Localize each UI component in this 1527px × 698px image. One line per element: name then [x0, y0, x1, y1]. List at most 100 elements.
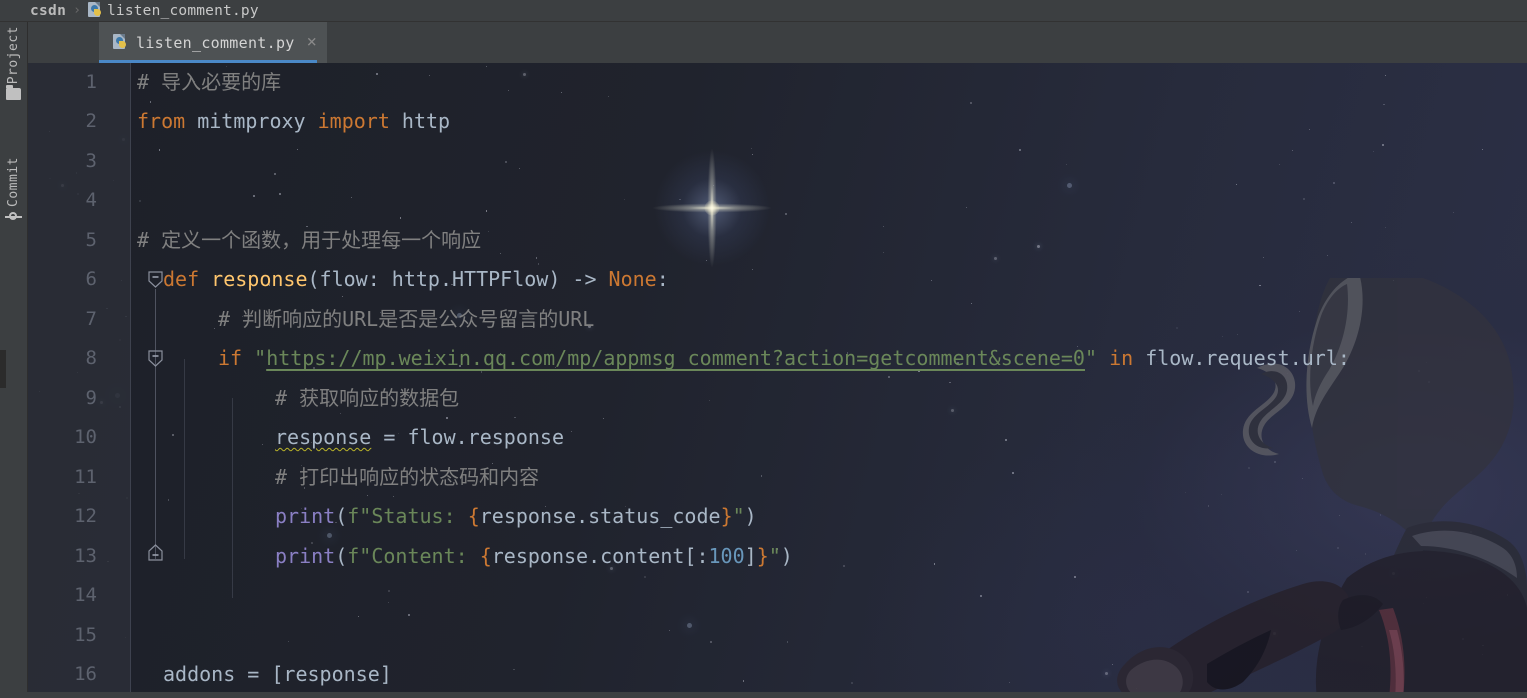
sidebar-item-project-label: Project [6, 26, 21, 85]
line-number: 3 [85, 150, 97, 172]
code-token-builtin-print: print [275, 504, 336, 528]
code-token-none: None [608, 267, 657, 291]
code-token-keyword-import: import [317, 109, 390, 133]
sidebar-item-commit[interactable]: Commit [0, 157, 27, 227]
code-token-builtin-print: print [275, 544, 336, 568]
code-token-assignment: = flow.response [371, 425, 564, 449]
code-token-quote-close: " [1084, 346, 1098, 370]
code-token-number-100: 100 [708, 544, 745, 568]
line-number: 5 [85, 229, 97, 251]
code-token-colon: : [656, 267, 669, 291]
code-line: 11 # 打印出响应的状态码和内容 [27, 458, 1527, 497]
code-token-variable-response: response [275, 425, 372, 449]
tab-label: listen_comment.py [136, 33, 295, 52]
code-line: 15 [27, 616, 1527, 655]
code-token-comment: # 打印出响应的状态码和内容 [275, 465, 540, 489]
breadcrumb-file[interactable]: listen_comment.py [107, 3, 259, 19]
line-number: 12 [74, 505, 97, 527]
code-token-comment: # 获取响应的数据包 [275, 386, 460, 410]
code-token-fstring-content: f"Content: [347, 544, 480, 568]
fold-marker-line-13-end[interactable] [148, 544, 163, 561]
code-token-brace-close: } [720, 504, 733, 528]
folder-icon [6, 85, 21, 101]
breadcrumb-project[interactable]: csdn [30, 3, 66, 19]
code-line: 7 # 判断响应的URL是否是公众号留言的URL [27, 300, 1527, 339]
code-token-variable-addons: addons [163, 662, 236, 686]
code-token-paren-open: ( [335, 504, 348, 528]
code-token-paren-close: ) [780, 544, 793, 568]
code-token-fstring-status: f"Status: [347, 504, 468, 528]
code-line: 5 # 定义一个函数，用于处理每一个响应 [27, 221, 1527, 260]
fold-marker-line-6[interactable] [148, 271, 163, 288]
code-token-module: mitmproxy [185, 109, 318, 133]
code-line: 16 addons = [response] [27, 655, 1527, 694]
code-token-comment: # 判断响应的URL是否是公众号留言的URL [218, 307, 595, 331]
code-token-keyword-if: if [218, 346, 243, 370]
python-file-icon [87, 2, 103, 19]
code-content[interactable]: 1 # 导入必要的库 2 from mitmproxy import http … [27, 63, 1527, 698]
code-token-expr-status-code: response.status_code [479, 504, 721, 528]
line-number: 13 [74, 545, 97, 567]
bottom-status-strip [0, 692, 1527, 698]
code-line: 4 [27, 181, 1527, 220]
code-token-flow-request-url: flow.request.url: [1133, 346, 1350, 370]
line-number: 10 [74, 426, 97, 448]
line-number: 16 [74, 663, 97, 685]
code-token-paren-open: ( [335, 544, 348, 568]
code-token-quote-close: " [732, 504, 745, 528]
line-number: 2 [85, 110, 97, 132]
python-file-icon [113, 34, 128, 51]
code-line: 6 def response(flow: http.HTTPFlow) -> N… [27, 260, 1527, 299]
code-token-addons-value: response [283, 662, 380, 686]
code-token-brace-open: { [467, 504, 480, 528]
code-line: 3 [27, 142, 1527, 181]
code-line: 13 print(f"Content: {response.content[:1… [27, 537, 1527, 576]
code-line: 14 [27, 576, 1527, 615]
code-line: 8 if "https://mp.weixin.qq.com/mp/appmsg… [27, 339, 1527, 378]
code-token-expr-content: response.content[: [491, 544, 709, 568]
code-token-comment: # 定义一个函数，用于处理每一个响应 [137, 228, 482, 252]
code-line: 1 # 导入必要的库 [27, 63, 1527, 102]
code-token-quote-open: " [254, 346, 267, 370]
tab-listen-comment-py[interactable]: listen_comment.py × [99, 22, 327, 63]
code-token-comment: # 导入必要的库 [137, 70, 282, 94]
sidebar-item-commit-label: Commit [6, 157, 21, 207]
editor-tab-bar: listen_comment.py × [27, 22, 1527, 63]
code-token-url-string: https://mp.weixin.qq.com/mp/appmsg_comme… [266, 346, 1085, 370]
close-icon[interactable]: × [307, 34, 317, 51]
code-token-module-http: http [389, 109, 451, 133]
line-number: 15 [74, 624, 97, 646]
code-line: 10 response = flow.response [27, 418, 1527, 457]
code-line: 12 print(f"Status: {response.status_code… [27, 497, 1527, 536]
commit-icon [5, 211, 22, 223]
code-token-function-name: response [211, 267, 308, 291]
code-token-brace-open: { [479, 544, 492, 568]
left-strip-notch [0, 350, 6, 388]
fold-marker-line-8[interactable] [148, 350, 163, 367]
code-token-bracket-close: ] [744, 544, 757, 568]
breadcrumb: csdn › listen_comment.py [0, 0, 1527, 22]
code-token-paren-close: ) [744, 504, 757, 528]
code-editor[interactable]: 1 # 导入必要的库 2 from mitmproxy import http … [27, 63, 1527, 698]
code-token-keyword-in: in [1109, 346, 1134, 370]
line-number: 1 [85, 71, 97, 93]
code-token-keyword-from: from [137, 109, 186, 133]
code-line: 9 # 获取响应的数据包 [27, 379, 1527, 418]
breadcrumb-separator: › [73, 3, 81, 18]
line-number: 6 [85, 268, 97, 290]
line-number: 7 [85, 308, 97, 330]
code-token-bracket-close: ] [379, 662, 392, 686]
code-line: 2 from mitmproxy import http [27, 102, 1527, 141]
sidebar-item-project[interactable]: Project [0, 26, 27, 104]
code-token-signature: (flow: http.HTTPFlow) [307, 267, 573, 291]
line-number: 11 [74, 466, 97, 488]
code-token-keyword-def: def [163, 267, 200, 291]
line-number: 9 [85, 387, 97, 409]
code-token-assign-bracket: = [ [235, 662, 284, 686]
line-number: 14 [74, 584, 97, 606]
code-token-arrow: -> [572, 267, 609, 291]
line-number: 8 [85, 347, 97, 369]
code-token-brace-close: } [756, 544, 769, 568]
line-number: 4 [85, 189, 97, 211]
tab-active-indicator [99, 60, 317, 63]
